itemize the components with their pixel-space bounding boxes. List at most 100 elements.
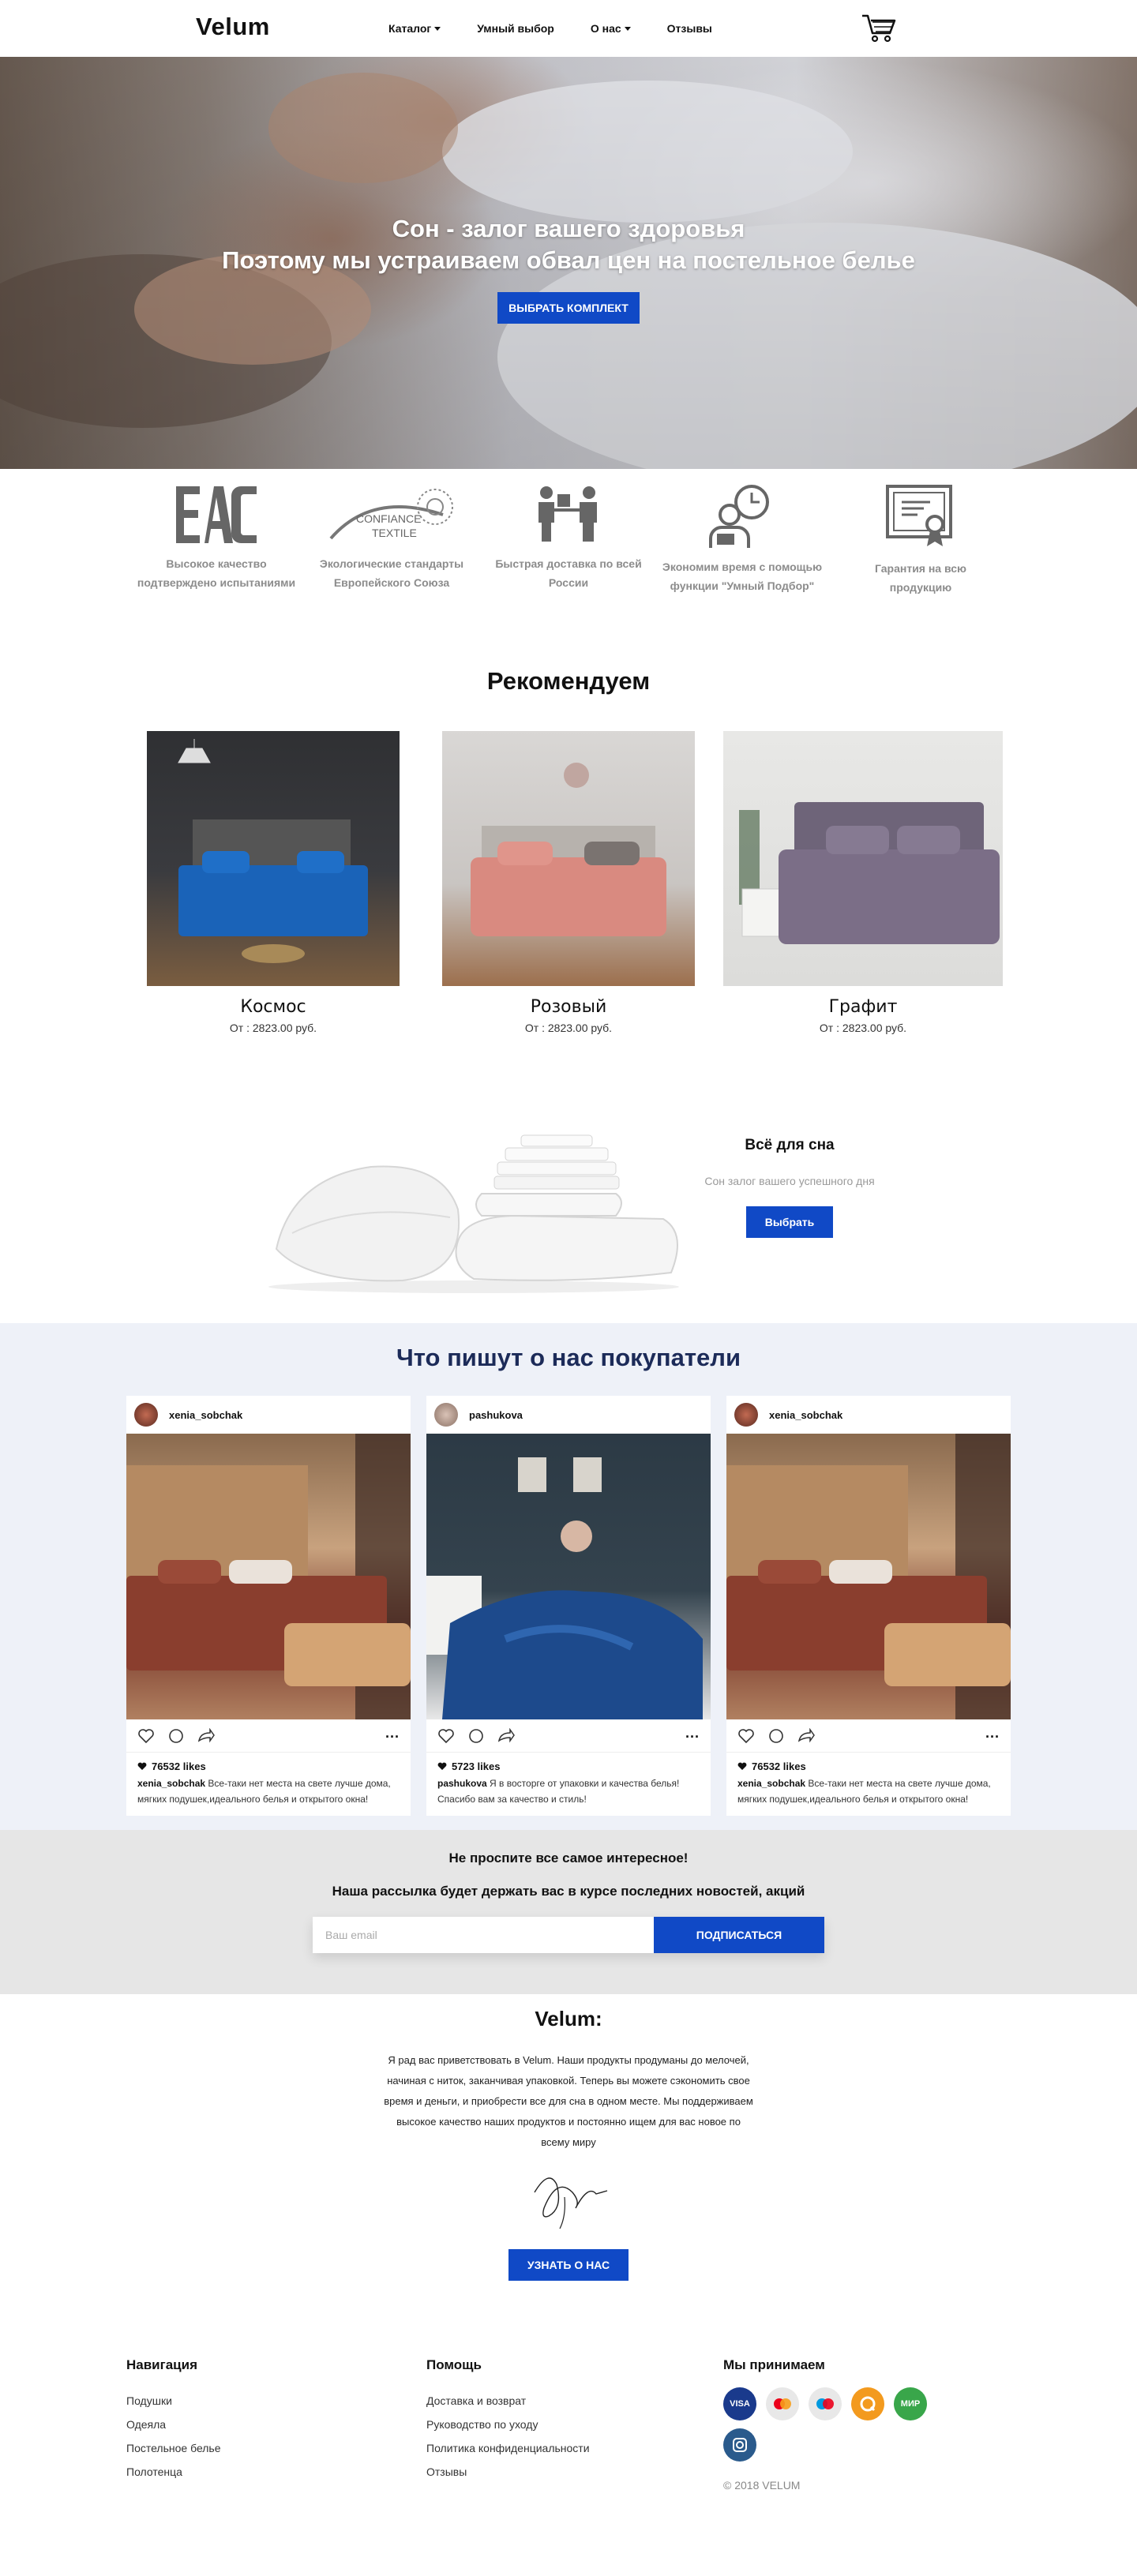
post-likes: 76532 likes <box>126 1753 411 1775</box>
avatar[interactable] <box>434 1403 458 1427</box>
comment-icon[interactable] <box>467 1728 485 1744</box>
maestro-icon <box>809 2387 842 2420</box>
product-image[interactable] <box>442 731 695 986</box>
nav-catalog[interactable]: Каталог <box>388 22 441 35</box>
subscribe-button[interactable]: ПОДПИСАТЬСЯ <box>654 1917 824 1953</box>
nav-reviews-label: Отзывы <box>666 22 712 35</box>
likes-count: 5723 likes <box>452 1760 501 1772</box>
promo-choose-button[interactable]: Выбрать <box>745 1206 834 1238</box>
feature-text-line: Европейского Союза <box>333 576 450 589</box>
product-name[interactable]: Космос <box>147 997 400 1017</box>
post-actions: ··· <box>126 1719 411 1753</box>
email-field[interactable] <box>313 1917 654 1953</box>
footer-link-towels[interactable]: Полотенца <box>126 2460 221 2484</box>
newsletter-subtitle: Наша рассылка будет держать вас в курсе … <box>332 1884 805 1899</box>
comment-text: мягких подушек,идеального белья и открыт… <box>737 1794 969 1805</box>
more-options-icon[interactable]: ··· <box>685 1729 700 1745</box>
site-header: Velum Каталог Умный выбор О нас Отзывы <box>0 0 1137 57</box>
post-image[interactable] <box>726 1434 1011 1719</box>
more-options-icon[interactable]: ··· <box>385 1729 400 1745</box>
post-likes: 76532 likes <box>726 1753 1011 1775</box>
confiance-textile-icon: CONFIANCE TEXTILE <box>329 489 453 540</box>
footer-link-delivery[interactable]: Доставка и возврат <box>426 2389 590 2413</box>
time-saving-icon <box>709 485 769 548</box>
post-image[interactable] <box>126 1434 411 1719</box>
product-name[interactable]: Графит <box>723 997 1003 1017</box>
avatar[interactable] <box>134 1403 158 1427</box>
feature-guarantee: Гарантия на всю продукцию <box>834 483 1008 597</box>
footer-nav-title: Навигация <box>126 2357 197 2372</box>
product-image[interactable] <box>147 731 400 986</box>
post-username[interactable]: pashukova <box>469 1409 523 1421</box>
footer-link-pillows[interactable]: Подушки <box>126 2389 221 2413</box>
mastercard-icon <box>766 2387 799 2420</box>
share-icon[interactable] <box>497 1727 515 1744</box>
share-icon[interactable] <box>797 1727 815 1744</box>
nav-smart-choice[interactable]: Умный выбор <box>477 22 554 35</box>
social-icons-row <box>723 2428 927 2462</box>
feature-delivery: Быстрая доставка по всей России <box>482 483 655 592</box>
share-icon[interactable] <box>197 1727 215 1744</box>
feature-text-line: функции "Умный Подбор" <box>670 579 815 592</box>
heart-icon[interactable] <box>437 1728 455 1744</box>
product-card[interactable]: Космос От : 2823.00 руб. <box>147 731 400 1034</box>
delivery-icon <box>538 486 597 542</box>
recommend-title: Рекомендуем <box>486 667 651 695</box>
cart-icon[interactable] <box>861 13 899 44</box>
footer-navigation: Навигация Подушки Одеяла Постельное бель… <box>126 2357 221 2484</box>
avatar[interactable] <box>734 1403 758 1427</box>
feature-text-line: Высокое качество <box>166 557 267 570</box>
copyright-text: © 2018 VELUM <box>723 2479 801 2492</box>
post-header: pashukova <box>426 1396 711 1434</box>
comment-username[interactable]: pashukova <box>437 1778 487 1789</box>
instagram-glyph <box>733 2438 747 2452</box>
bed-illustration <box>739 802 1000 944</box>
features-bar: Высокое качество подтверждено испытаниям… <box>0 469 1137 595</box>
qiwi-shape <box>860 2396 876 2412</box>
bedding-stack-image <box>268 1134 679 1293</box>
product-card[interactable]: Розовый От : 2823.00 руб. <box>442 731 695 1034</box>
learn-about-us-button[interactable]: УЗНАТЬ О НАС <box>508 2249 629 2281</box>
site-logo[interactable]: Velum <box>196 13 270 41</box>
qiwi-icon <box>851 2387 884 2420</box>
footer-link-privacy[interactable]: Политика конфиденциальности <box>426 2436 590 2460</box>
more-options-icon[interactable]: ··· <box>985 1729 1000 1745</box>
footer-pay-title: Мы принимаем <box>723 2357 825 2372</box>
comment-icon[interactable] <box>767 1728 785 1744</box>
nav-reviews[interactable]: Отзывы <box>667 22 712 35</box>
heart-icon[interactable] <box>737 1728 755 1744</box>
footer-link-care-guide[interactable]: Руководство по уходу <box>426 2413 590 2436</box>
product-card[interactable]: Графит От : 2823.00 руб. <box>723 731 1003 1034</box>
feature-quality-text: Высокое качество подтверждено испытаниям… <box>129 554 303 592</box>
footer-link-reviews[interactable]: Отзывы <box>426 2460 590 2484</box>
heart-icon[interactable] <box>137 1728 155 1744</box>
post-header: xenia_sobchak <box>126 1396 411 1434</box>
choose-set-button[interactable]: ВЫБРАТЬ КОМПЛЕКТ <box>497 292 640 324</box>
maestro-circles <box>816 2398 834 2409</box>
promo-block: Всё для сна Сон залог вашего успешного д… <box>695 1137 884 1238</box>
instagram-icon[interactable] <box>723 2428 756 2462</box>
comment-username[interactable]: xenia_sobchak <box>137 1778 205 1789</box>
post-username[interactable]: xenia_sobchak <box>769 1409 842 1421</box>
footer-help-title: Помощь <box>426 2357 482 2372</box>
footer-link-bedding[interactable]: Постельное белье <box>126 2436 221 2460</box>
feature-guarantee-text: Гарантия на всю продукцию <box>834 559 1008 597</box>
product-image[interactable] <box>723 731 1003 986</box>
comment-text: Спасибо вам за качество и стиль! <box>437 1794 587 1805</box>
site-footer: Навигация Подушки Одеяла Постельное бель… <box>0 2349 1137 2576</box>
post-image[interactable] <box>426 1434 711 1719</box>
mir-icon: МИР <box>894 2387 927 2420</box>
nav-about[interactable]: О нас <box>591 22 631 35</box>
product-price: От : 2823.00 руб. <box>524 1022 613 1034</box>
likes-count: 76532 likes <box>152 1760 206 1772</box>
bed-illustration <box>471 763 666 936</box>
footer-link-blankets[interactable]: Одеяла <box>126 2413 221 2436</box>
product-name[interactable]: Розовый <box>442 997 695 1017</box>
comment-text: Я в восторге от упаковки и качества бель… <box>490 1778 680 1789</box>
comment-username[interactable]: xenia_sobchak <box>737 1778 805 1789</box>
hero-content: Сон - залог вашего здоровья Поэтому мы у… <box>0 213 1137 324</box>
bed-illustration <box>178 739 368 963</box>
post-username[interactable]: xenia_sobchak <box>169 1409 242 1421</box>
comment-icon[interactable] <box>167 1728 185 1744</box>
promo-title: Всё для сна <box>745 1137 835 1153</box>
